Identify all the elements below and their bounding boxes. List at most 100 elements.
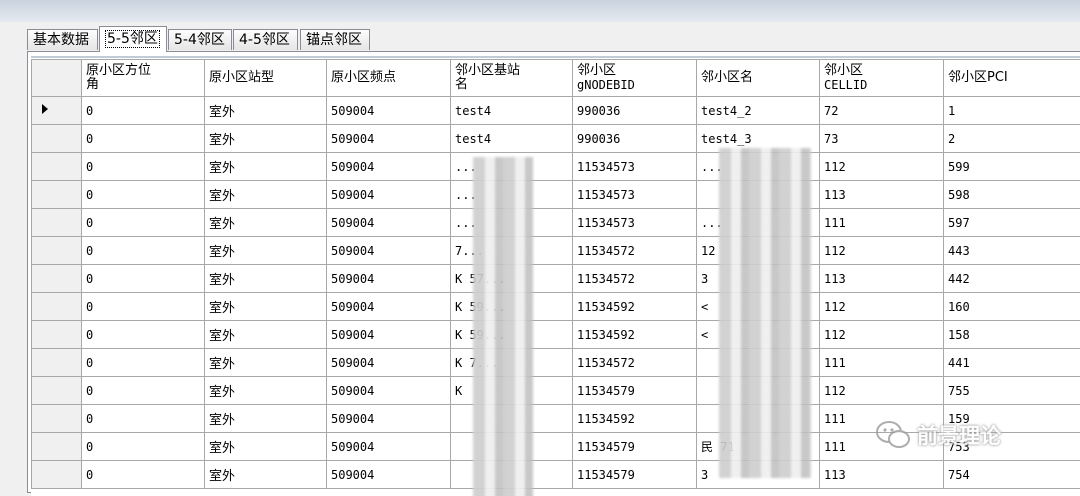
table-cell[interactable]: 0: [82, 461, 205, 489]
table-cell[interactable]: ...: [451, 181, 573, 209]
table-cell[interactable]: 0: [82, 433, 205, 461]
table-cell[interactable]: 509004: [327, 97, 451, 125]
table-cell[interactable]: ...: [697, 209, 820, 237]
table-cell[interactable]: 0: [82, 265, 205, 293]
row-header[interactable]: [32, 461, 82, 489]
table-cell[interactable]: 73: [820, 125, 944, 153]
table-cell[interactable]: 441: [944, 349, 1080, 377]
table-cell[interactable]: [451, 461, 573, 489]
table-cell[interactable]: 11534592: [573, 405, 697, 433]
column-header[interactable]: 原小区频点: [327, 60, 451, 97]
table-cell[interactable]: 室外: [205, 321, 327, 349]
table-cell[interactable]: 11534573: [573, 181, 697, 209]
table-cell[interactable]: 11534573: [573, 209, 697, 237]
table-cell[interactable]: 509004: [327, 293, 451, 321]
table-row[interactable]: 0室外509004K 59...11534592<112160: [32, 293, 1080, 321]
table-cell[interactable]: 443: [944, 237, 1080, 265]
table-cell[interactable]: 755: [944, 377, 1080, 405]
tab-anchor-neighbor[interactable]: 锚点邻区: [300, 29, 370, 50]
table-cell[interactable]: 室外: [205, 377, 327, 405]
table-cell[interactable]: <: [697, 321, 820, 349]
table-cell[interactable]: [697, 349, 820, 377]
column-header[interactable]: 原小区站型: [205, 60, 327, 97]
table-cell[interactable]: 113: [820, 461, 944, 489]
table-cell[interactable]: 158: [944, 321, 1080, 349]
table-cell[interactable]: 113: [820, 181, 944, 209]
row-header[interactable]: [32, 321, 82, 349]
table-cell[interactable]: 509004: [327, 209, 451, 237]
table-cell[interactable]: 111: [820, 349, 944, 377]
table-cell[interactable]: 11534572: [573, 265, 697, 293]
table-cell[interactable]: 599: [944, 153, 1080, 181]
table-cell[interactable]: 12: [697, 237, 820, 265]
table-cell[interactable]: 室外: [205, 125, 327, 153]
table-cell[interactable]: 11534579: [573, 377, 697, 405]
table-cell[interactable]: 民 71: [697, 433, 820, 461]
table-cell[interactable]: 112: [820, 237, 944, 265]
table-cell[interactable]: 509004: [327, 349, 451, 377]
table-cell[interactable]: 509004: [327, 461, 451, 489]
table-row[interactable]: 0室外509004...11534573113598: [32, 181, 1080, 209]
column-header[interactable]: 邻小区基站名: [451, 60, 573, 97]
table-cell[interactable]: K 57...: [451, 265, 573, 293]
column-header[interactable]: 邻小区PCI: [944, 60, 1080, 97]
table-cell[interactable]: test4_3: [697, 125, 820, 153]
row-header[interactable]: [32, 349, 82, 377]
row-header[interactable]: [32, 265, 82, 293]
table-cell[interactable]: [451, 405, 573, 433]
table-cell[interactable]: 室外: [205, 405, 327, 433]
table-row[interactable]: 0室外509004K 59...11534592<112158: [32, 321, 1080, 349]
table-cell[interactable]: 442: [944, 265, 1080, 293]
table-cell[interactable]: 室外: [205, 293, 327, 321]
table-cell[interactable]: 0: [82, 293, 205, 321]
column-header[interactable]: 邻小区名: [697, 60, 820, 97]
table-cell[interactable]: 室外: [205, 433, 327, 461]
table-cell[interactable]: 0: [82, 349, 205, 377]
table-cell[interactable]: 0: [82, 181, 205, 209]
table-cell[interactable]: 0: [82, 405, 205, 433]
table-cell[interactable]: 11534572: [573, 349, 697, 377]
table-cell[interactable]: [697, 181, 820, 209]
row-header[interactable]: [32, 405, 82, 433]
table-cell[interactable]: test4: [451, 97, 573, 125]
table-row[interactable]: 0室外509004K11534579112755: [32, 377, 1080, 405]
table-cell[interactable]: 509004: [327, 377, 451, 405]
tab-5-5-neighbor[interactable]: 5-5邻区: [99, 26, 167, 52]
row-header[interactable]: [32, 209, 82, 237]
table-cell[interactable]: 0: [82, 153, 205, 181]
table-cell[interactable]: 室外: [205, 461, 327, 489]
table-cell[interactable]: 509004: [327, 405, 451, 433]
table-cell[interactable]: 11534592: [573, 293, 697, 321]
table-cell[interactable]: 72: [820, 97, 944, 125]
table-cell[interactable]: 11534572: [573, 237, 697, 265]
table-cell[interactable]: 0: [82, 237, 205, 265]
table-cell[interactable]: 0: [82, 97, 205, 125]
table-cell[interactable]: 112: [820, 293, 944, 321]
table-cell[interactable]: 室外: [205, 265, 327, 293]
table-cell[interactable]: 3: [697, 265, 820, 293]
table-cell[interactable]: 597: [944, 209, 1080, 237]
table-cell[interactable]: 1: [944, 97, 1080, 125]
tab-4-5-neighbor[interactable]: 4-5邻区: [233, 29, 298, 50]
row-header[interactable]: [32, 293, 82, 321]
column-header[interactable]: 邻小区CELLID: [820, 60, 944, 97]
table-cell[interactable]: 室外: [205, 349, 327, 377]
table-cell[interactable]: K 7...: [451, 349, 573, 377]
row-header[interactable]: [32, 237, 82, 265]
table-cell[interactable]: 113: [820, 265, 944, 293]
row-header[interactable]: [32, 377, 82, 405]
table-cell[interactable]: 室外: [205, 97, 327, 125]
table-cell[interactable]: 509004: [327, 237, 451, 265]
table-cell[interactable]: test4_2: [697, 97, 820, 125]
table-cell[interactable]: 11534592: [573, 321, 697, 349]
table-cell[interactable]: 509004: [327, 125, 451, 153]
table-cell[interactable]: 0: [82, 377, 205, 405]
row-header[interactable]: [32, 153, 82, 181]
table-cell[interactable]: 11534573: [573, 153, 697, 181]
table-cell[interactable]: 室外: [205, 181, 327, 209]
table-cell[interactable]: K 59...: [451, 321, 573, 349]
table-cell[interactable]: K: [451, 377, 573, 405]
table-cell[interactable]: 160: [944, 293, 1080, 321]
row-header[interactable]: [32, 181, 82, 209]
table-cell[interactable]: 112: [820, 321, 944, 349]
